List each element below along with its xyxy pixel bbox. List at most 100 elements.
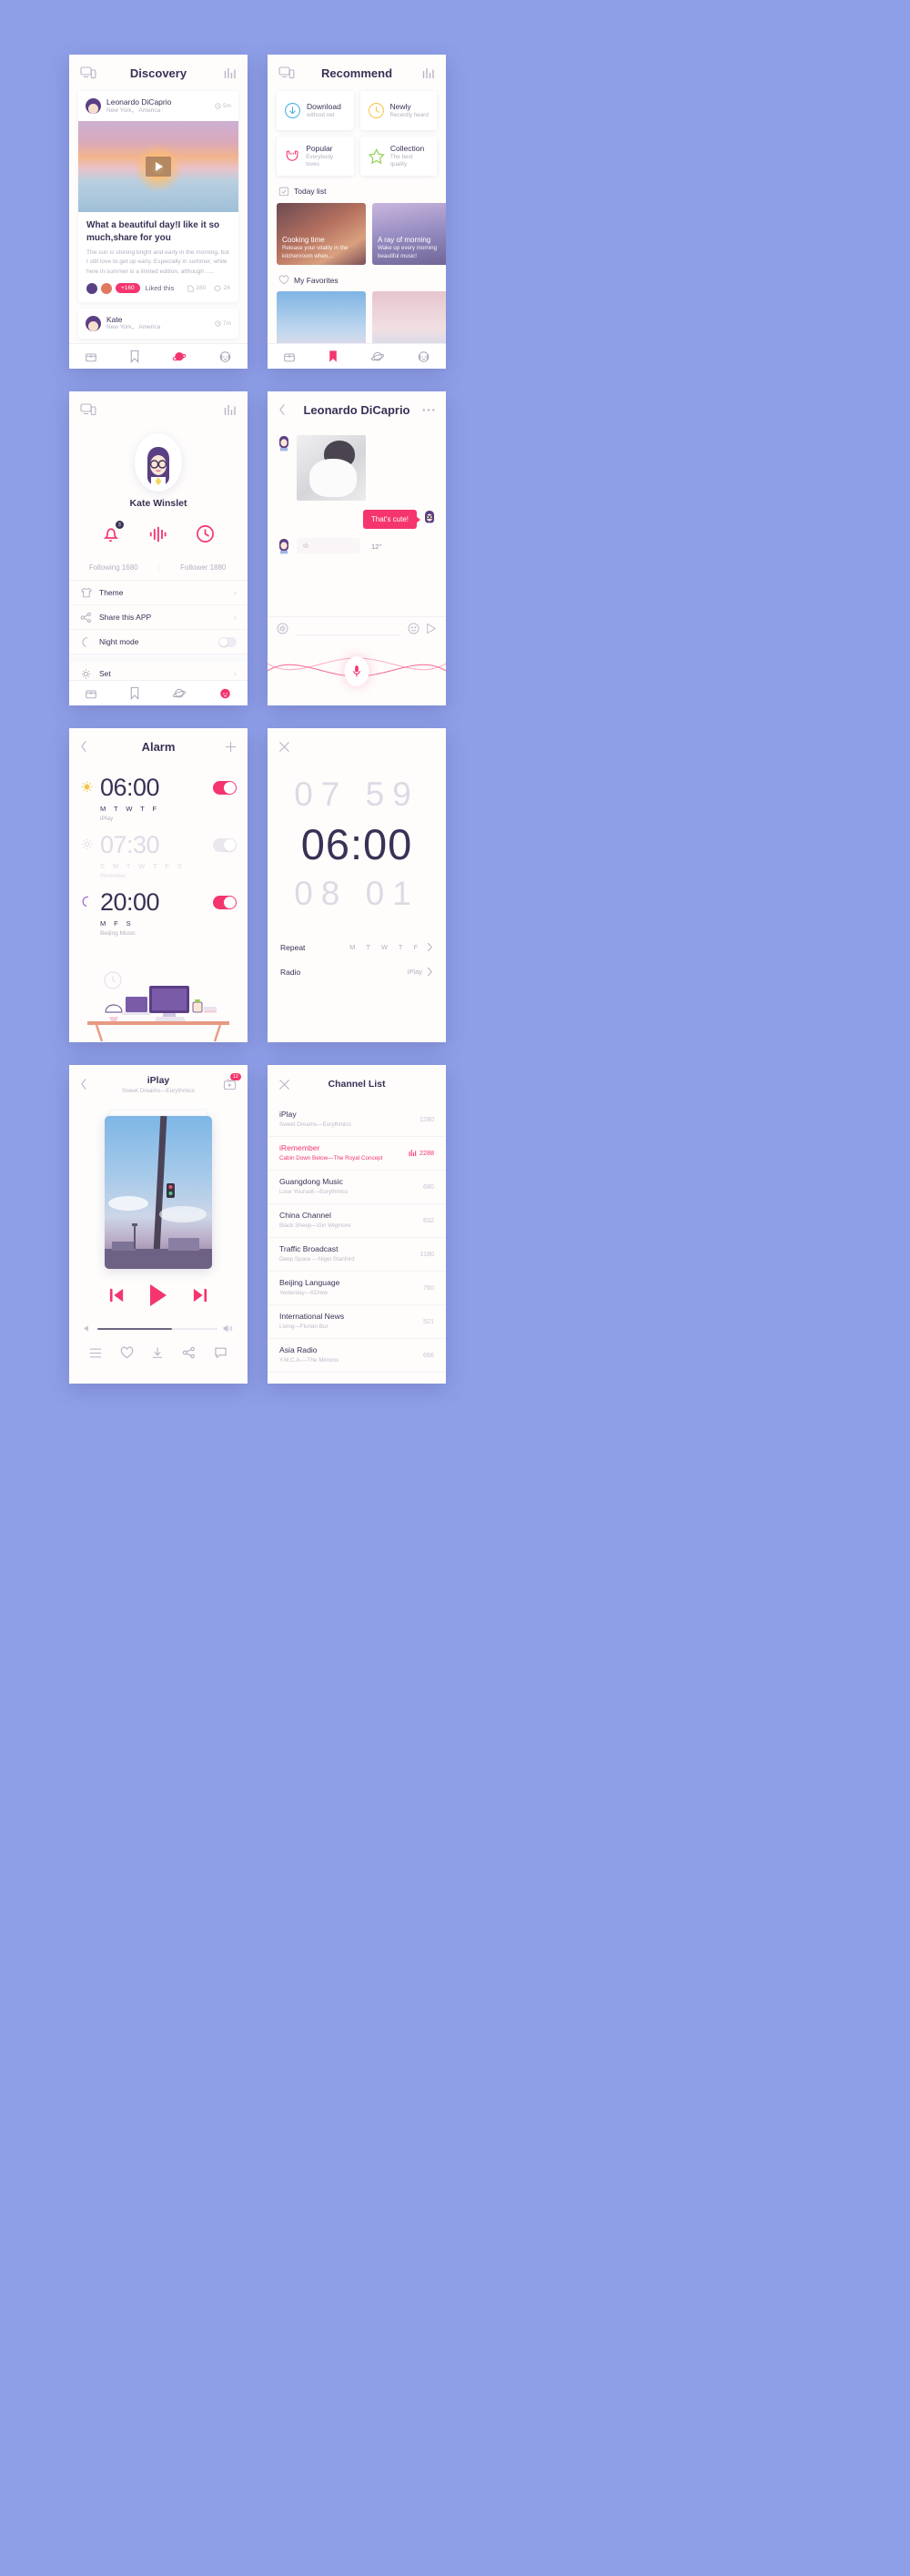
play-button[interactable] xyxy=(148,1283,168,1312)
night-mode-toggle[interactable] xyxy=(218,636,237,647)
share-button[interactable] xyxy=(182,1346,196,1364)
send-icon[interactable] xyxy=(426,623,437,634)
tab-profile[interactable] xyxy=(218,350,232,363)
follower-count[interactable]: Follower 1880 xyxy=(159,563,248,572)
time-picker[interactable]: 07 59 06:00 08 01 xyxy=(268,765,446,913)
chat-image[interactable] xyxy=(297,435,366,501)
quick-action-newly[interactable]: Newly Recently heard xyxy=(359,91,437,130)
channel-row[interactable]: Beijing Language Yesterday—KDrew 760 xyxy=(268,1272,446,1305)
alarm-toggle[interactable] xyxy=(213,896,237,909)
settings-row-theme[interactable]: Theme › xyxy=(69,581,248,605)
chevron-right-icon xyxy=(427,967,432,977)
share-stat[interactable]: 160 xyxy=(187,285,206,292)
time-next[interactable]: 08 01 xyxy=(268,875,446,914)
chat-text-input[interactable] xyxy=(295,622,401,635)
comment-stat[interactable]: 24 xyxy=(214,285,230,292)
today-tile[interactable]: A ray of morning Wake up every morning b… xyxy=(372,203,446,265)
tab-discover[interactable] xyxy=(172,350,187,363)
discovery-feed[interactable]: Leonardo DiCaprio New York， America 5m W… xyxy=(69,91,248,339)
favorites-header: My Favorites xyxy=(268,265,446,291)
seek-bar[interactable] xyxy=(97,1327,217,1330)
tab-archive[interactable] xyxy=(85,350,97,363)
quick-action-sub: Recently heard xyxy=(389,111,429,118)
plus-icon[interactable] xyxy=(225,741,237,753)
equalizer-icon[interactable] xyxy=(224,67,237,79)
clock-row-repeat[interactable]: Repeat M T W T F xyxy=(268,935,446,959)
alarm-item[interactable]: 20:00 M F S Beijing Music xyxy=(69,879,248,937)
channel-row[interactable]: iRemember Cabin Down Below—The Royal Con… xyxy=(268,1137,446,1171)
comment-button[interactable] xyxy=(214,1346,228,1364)
microphone-button[interactable] xyxy=(344,656,369,686)
post-card[interactable]: Leonardo DiCaprio New York， America 5m W… xyxy=(78,91,238,302)
tab-profile[interactable] xyxy=(218,687,232,700)
close-icon[interactable] xyxy=(278,741,290,753)
channel-row[interactable]: International News Living—Florian Bur 52… xyxy=(268,1305,446,1339)
tab-bookmark[interactable] xyxy=(328,350,339,363)
tab-discover[interactable] xyxy=(172,687,187,700)
alarm-toggle[interactable] xyxy=(213,838,237,852)
today-tile[interactable]: Cooking time Release your vitality in th… xyxy=(277,203,366,265)
channel-row[interactable]: Traffic Broadcast Deep Space —Nigel Stan… xyxy=(268,1238,446,1272)
quick-action-download[interactable]: Download without net xyxy=(277,91,354,130)
channel-row[interactable]: Asia Radio Y.M.C.A.—The Minions 666 xyxy=(268,1339,446,1373)
settings-row-night-mode[interactable]: Night mode xyxy=(69,630,248,654)
tv-icon[interactable]: 12 xyxy=(223,1073,241,1090)
playlist-button[interactable] xyxy=(89,1347,102,1364)
tab-bookmark[interactable] xyxy=(129,350,140,363)
channel-sub: Living—Florian Bur xyxy=(279,1323,329,1331)
channel-count: 1280 xyxy=(420,1115,434,1124)
smiley-icon[interactable] xyxy=(408,623,420,634)
download-button[interactable] xyxy=(151,1346,164,1364)
bell-icon[interactable]: 3 xyxy=(102,521,124,548)
channel-row[interactable]: Guangdong Music Lose Yourself—Eurythmics… xyxy=(268,1171,446,1204)
skip-forward-icon xyxy=(193,1288,207,1303)
clock-icon[interactable] xyxy=(196,524,215,548)
quick-action-popular[interactable]: Popular Everybody loves xyxy=(277,137,354,176)
alarm-item[interactable]: 07:30 S M T W T F S iRemeber xyxy=(69,822,248,879)
chevron-left-icon[interactable] xyxy=(278,403,287,416)
channel-sub: Lose Yourself—Eurythmics xyxy=(279,1189,349,1196)
voice-icon[interactable] xyxy=(277,623,288,634)
equalizer-icon[interactable] xyxy=(224,404,237,416)
tab-bookmark[interactable] xyxy=(129,686,140,700)
cast-screen-icon[interactable] xyxy=(278,66,295,79)
chat-bubble[interactable]: That's cute! xyxy=(362,510,421,529)
clock-row-radio[interactable]: Radio iPlay xyxy=(268,959,446,984)
quick-action-collection[interactable]: Collection The best quality xyxy=(359,137,437,176)
tab-profile[interactable] xyxy=(417,350,430,363)
tab-discover[interactable] xyxy=(370,350,385,363)
chat-title: Leonardo DiCaprio xyxy=(303,402,410,417)
equalizer-icon[interactable] xyxy=(422,67,435,79)
tab-archive[interactable] xyxy=(283,350,296,363)
album-art[interactable] xyxy=(105,1116,212,1269)
favorite-button[interactable] xyxy=(120,1346,134,1364)
next-button[interactable] xyxy=(192,1288,208,1307)
avatar[interactable] xyxy=(135,433,182,492)
voice-message[interactable] xyxy=(297,538,360,553)
more-dots-icon[interactable] xyxy=(422,408,435,412)
settings-row-share[interactable]: Share this APP › xyxy=(69,605,248,630)
post-media[interactable] xyxy=(78,121,238,213)
settings-label: Theme xyxy=(99,588,124,597)
screen-discovery: Discovery Leonardo DiCaprio New York， Am… xyxy=(69,55,248,369)
chevron-left-icon[interactable] xyxy=(80,1078,88,1090)
channel-row[interactable]: iPlay Sweet Dreams—Eurythmics 1280 xyxy=(268,1103,446,1137)
alarm-label: iRemeber xyxy=(100,873,126,879)
like-count-badge[interactable]: +160 xyxy=(116,283,140,294)
chevron-left-icon[interactable] xyxy=(80,740,88,753)
tab-archive[interactable] xyxy=(85,687,97,700)
volume-low-icon xyxy=(84,1325,88,1332)
following-count[interactable]: Following 1680 xyxy=(69,563,159,572)
time-previous[interactable]: 07 59 xyxy=(268,776,446,815)
chevron-right-icon: › xyxy=(234,588,237,597)
alarm-item[interactable]: 06:00 M T W T F iPlay xyxy=(69,765,248,822)
alarm-toggle[interactable] xyxy=(213,781,237,795)
cast-screen-icon[interactable] xyxy=(80,66,96,79)
post-card[interactable]: Kate New York， America 7m xyxy=(78,308,238,339)
previous-button[interactable] xyxy=(108,1288,125,1307)
sound-wave-icon[interactable] xyxy=(148,525,167,548)
play-button[interactable] xyxy=(146,157,171,177)
channel-row[interactable]: China Channel Black Sheep—Gin Wigmore 83… xyxy=(268,1204,446,1238)
cast-screen-icon[interactable] xyxy=(80,403,96,416)
channel-sub: Deep Space —Nigel Stanford xyxy=(279,1256,355,1263)
